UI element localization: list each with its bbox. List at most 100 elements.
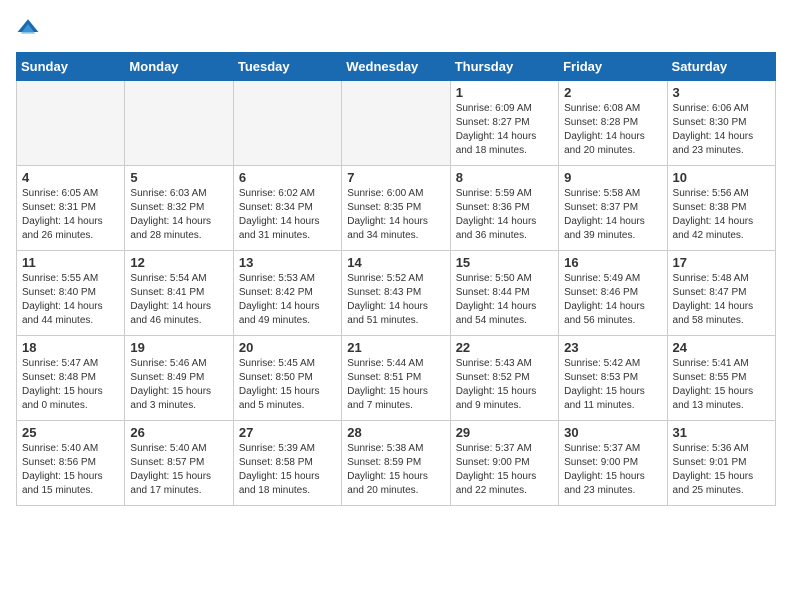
calendar-cell: 16 Sunrise: 5:49 AM Sunset: 8:46 PM Dayli…: [559, 251, 667, 336]
calendar-cell: [342, 81, 450, 166]
calendar-cell: 1 Sunrise: 6:09 AM Sunset: 8:27 PM Daylig…: [450, 81, 558, 166]
calendar-cell: 15Sunrise: 5:50 AM Sunset: 8:44 PM Dayli…: [450, 251, 558, 336]
day-number: 17: [673, 255, 770, 270]
calendar-cell: 23Sunrise: 5:42 AM Sunset: 8:53 PM Dayli…: [559, 336, 667, 421]
calendar-cell: [125, 81, 233, 166]
day-number: 29: [456, 425, 553, 440]
calendar-cell: 4 Sunrise: 6:05 AM Sunset: 8:31 PM Daylig…: [17, 166, 125, 251]
logo-icon: [16, 16, 40, 40]
calendar-cell: 27 Sunrise: 5:39 AM Sunset: 8:58 PM Dayli…: [233, 421, 341, 506]
day-number: 2: [564, 85, 661, 100]
day-info: Sunrise: 5:45 AM Sunset: 8:50 PM Dayligh…: [239, 357, 336, 413]
calendar-cell: 24 Sunrise: 5:41 AM Sunset: 8:55 PM Dayli…: [667, 336, 775, 421]
calendar-cell: 20 Sunrise: 5:45 AM Sunset: 8:50 PM Dayli…: [233, 336, 341, 421]
day-info: Sunrise: 5:49 AM Sunset: 8:46 PM Dayligh…: [564, 272, 661, 328]
day-info: Sunrise: 5:54 AM Sunset: 8:41 PM Dayligh…: [130, 272, 227, 328]
day-info: Sunrise: 5:40 AM Sunset: 8:57 PM Dayligh…: [130, 442, 227, 498]
day-number: 25: [22, 425, 119, 440]
day-info: Sunrise: 6:09 AM Sunset: 8:27 PM Dayligh…: [456, 102, 553, 158]
day-number: 28: [347, 425, 444, 440]
day-info: Sunrise: 5:39 AM Sunset: 8:58 PM Dayligh…: [239, 442, 336, 498]
weekday-header-sunday: Sunday: [17, 53, 125, 81]
day-info: Sunrise: 5:37 AM Sunset: 9:00 PM Dayligh…: [456, 442, 553, 498]
day-info: Sunrise: 5:44 AM Sunset: 8:51 PM Dayligh…: [347, 357, 444, 413]
day-info: Sunrise: 5:48 AM Sunset: 8:47 PM Dayligh…: [673, 272, 770, 328]
week-row-5: 25 Sunrise: 5:40 AM Sunset: 8:56 PM Dayli…: [17, 421, 776, 506]
day-info: Sunrise: 5:58 AM Sunset: 8:37 PM Dayligh…: [564, 187, 661, 243]
day-number: 18: [22, 340, 119, 355]
day-number: 19: [130, 340, 227, 355]
day-number: 26: [130, 425, 227, 440]
calendar-cell: 11Sunrise: 5:55 AM Sunset: 8:40 PM Dayli…: [17, 251, 125, 336]
day-info: Sunrise: 5:37 AM Sunset: 9:00 PM Dayligh…: [564, 442, 661, 498]
day-number: 30: [564, 425, 661, 440]
day-number: 20: [239, 340, 336, 355]
weekday-header-row: SundayMondayTuesdayWednesdayThursdayFrid…: [17, 53, 776, 81]
weekday-header-friday: Friday: [559, 53, 667, 81]
calendar-cell: 21 Sunrise: 5:44 AM Sunset: 8:51 PM Dayli…: [342, 336, 450, 421]
week-row-1: 1 Sunrise: 6:09 AM Sunset: 8:27 PM Daylig…: [17, 81, 776, 166]
calendar-cell: 12 Sunrise: 5:54 AM Sunset: 8:41 PM Dayli…: [125, 251, 233, 336]
day-info: Sunrise: 6:00 AM Sunset: 8:35 PM Dayligh…: [347, 187, 444, 243]
day-number: 23: [564, 340, 661, 355]
calendar-table: SundayMondayTuesdayWednesdayThursdayFrid…: [16, 52, 776, 506]
day-number: 6: [239, 170, 336, 185]
day-number: 1: [456, 85, 553, 100]
calendar-cell: 3 Sunrise: 6:06 AM Sunset: 8:30 PM Daylig…: [667, 81, 775, 166]
weekday-header-wednesday: Wednesday: [342, 53, 450, 81]
day-number: 24: [673, 340, 770, 355]
day-number: 21: [347, 340, 444, 355]
calendar-cell: [233, 81, 341, 166]
day-number: 4: [22, 170, 119, 185]
day-number: 3: [673, 85, 770, 100]
day-info: Sunrise: 5:43 AM Sunset: 8:52 PM Dayligh…: [456, 357, 553, 413]
day-info: Sunrise: 5:46 AM Sunset: 8:49 PM Dayligh…: [130, 357, 227, 413]
day-number: 11: [22, 255, 119, 270]
weekday-header-tuesday: Tuesday: [233, 53, 341, 81]
day-number: 15: [456, 255, 553, 270]
day-info: Sunrise: 5:41 AM Sunset: 8:55 PM Dayligh…: [673, 357, 770, 413]
calendar-cell: 25 Sunrise: 5:40 AM Sunset: 8:56 PM Dayli…: [17, 421, 125, 506]
calendar-cell: 8 Sunrise: 5:59 AM Sunset: 8:36 PM Daylig…: [450, 166, 558, 251]
day-number: 14: [347, 255, 444, 270]
day-info: Sunrise: 5:56 AM Sunset: 8:38 PM Dayligh…: [673, 187, 770, 243]
calendar-cell: 5Sunrise: 6:03 AM Sunset: 8:32 PM Daylig…: [125, 166, 233, 251]
day-number: 16: [564, 255, 661, 270]
calendar-cell: 14 Sunrise: 5:52 AM Sunset: 8:43 PM Dayli…: [342, 251, 450, 336]
day-number: 7: [347, 170, 444, 185]
calendar-cell: 7 Sunrise: 6:00 AM Sunset: 8:35 PM Daylig…: [342, 166, 450, 251]
day-number: 12: [130, 255, 227, 270]
weekday-header-saturday: Saturday: [667, 53, 775, 81]
logo: [16, 16, 44, 40]
day-info: Sunrise: 5:36 AM Sunset: 9:01 PM Dayligh…: [673, 442, 770, 498]
calendar-cell: 19 Sunrise: 5:46 AM Sunset: 8:49 PM Dayli…: [125, 336, 233, 421]
day-info: Sunrise: 6:02 AM Sunset: 8:34 PM Dayligh…: [239, 187, 336, 243]
calendar-cell: 13 Sunrise: 5:53 AM Sunset: 8:42 PM Dayli…: [233, 251, 341, 336]
day-info: Sunrise: 5:52 AM Sunset: 8:43 PM Dayligh…: [347, 272, 444, 328]
calendar-body: 1 Sunrise: 6:09 AM Sunset: 8:27 PM Daylig…: [17, 81, 776, 506]
day-info: Sunrise: 5:53 AM Sunset: 8:42 PM Dayligh…: [239, 272, 336, 328]
day-number: 31: [673, 425, 770, 440]
day-number: 27: [239, 425, 336, 440]
calendar-cell: 6 Sunrise: 6:02 AM Sunset: 8:34 PM Daylig…: [233, 166, 341, 251]
day-info: Sunrise: 6:06 AM Sunset: 8:30 PM Dayligh…: [673, 102, 770, 158]
weekday-header-monday: Monday: [125, 53, 233, 81]
day-number: 8: [456, 170, 553, 185]
day-info: Sunrise: 5:38 AM Sunset: 8:59 PM Dayligh…: [347, 442, 444, 498]
day-number: 13: [239, 255, 336, 270]
calendar-cell: 31 Sunrise: 5:36 AM Sunset: 9:01 PM Dayli…: [667, 421, 775, 506]
day-info: Sunrise: 5:59 AM Sunset: 8:36 PM Dayligh…: [456, 187, 553, 243]
calendar-cell: 17 Sunrise: 5:48 AM Sunset: 8:47 PM Dayli…: [667, 251, 775, 336]
day-info: Sunrise: 6:05 AM Sunset: 8:31 PM Dayligh…: [22, 187, 119, 243]
day-info: Sunrise: 5:40 AM Sunset: 8:56 PM Dayligh…: [22, 442, 119, 498]
calendar-cell: [17, 81, 125, 166]
calendar-cell: 29 Sunrise: 5:37 AM Sunset: 9:00 PM Dayli…: [450, 421, 558, 506]
calendar-cell: 30 Sunrise: 5:37 AM Sunset: 9:00 PM Dayli…: [559, 421, 667, 506]
calendar-cell: 22 Sunrise: 5:43 AM Sunset: 8:52 PM Dayli…: [450, 336, 558, 421]
calendar-cell: 28 Sunrise: 5:38 AM Sunset: 8:59 PM Dayli…: [342, 421, 450, 506]
calendar-cell: 9Sunrise: 5:58 AM Sunset: 8:37 PM Daylig…: [559, 166, 667, 251]
calendar-cell: 2Sunrise: 6:08 AM Sunset: 8:28 PM Daylig…: [559, 81, 667, 166]
page-header: [16, 16, 776, 40]
day-number: 22: [456, 340, 553, 355]
day-info: Sunrise: 6:03 AM Sunset: 8:32 PM Dayligh…: [130, 187, 227, 243]
